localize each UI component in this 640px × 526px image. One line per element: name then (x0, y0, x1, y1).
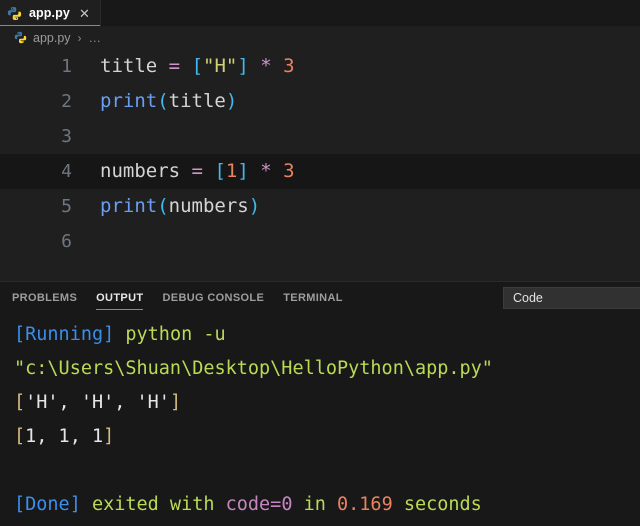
line-number: 1 (61, 56, 72, 77)
token-variable: title (100, 55, 158, 77)
code-editor[interactable]: 1 title = ["H"] * 3 2 print(title) 3 4 numbers… (0, 49, 640, 281)
output-segment: 'H', 'H', 'H' (25, 392, 170, 413)
close-icon[interactable]: ✕ (77, 5, 92, 21)
output-segment: in (292, 494, 338, 515)
output-line: [Running] python -u (14, 318, 640, 352)
line-content: print(numbers) (100, 189, 260, 224)
editor-line[interactable]: 6 (0, 224, 640, 259)
panel-tab-problems[interactable]: PROBLEMS (12, 282, 77, 314)
editor-line[interactable]: 1 title = ["H"] * 3 (0, 49, 640, 84)
line-number: 4 (61, 161, 72, 182)
line-number: 5 (61, 196, 72, 217)
breadcrumb-overflow[interactable]: … (89, 31, 103, 45)
editor-line[interactable]: 5 print(numbers) (0, 189, 640, 224)
token-bracket: [ (214, 160, 226, 182)
python-file-icon (14, 31, 27, 44)
output-segment: [Running] (14, 324, 115, 345)
editor-line[interactable]: 3 (0, 119, 640, 154)
output-segment: 1, 1, 1 (25, 426, 104, 447)
token-number: 3 (283, 160, 295, 182)
token-number: 1 (225, 160, 238, 182)
output-segment: [Done] (14, 494, 81, 515)
token-operator: = (191, 160, 203, 182)
breadcrumb[interactable]: app.py › … (0, 26, 640, 49)
output-segment (114, 324, 125, 345)
output-segment (81, 494, 92, 515)
output-segment: seconds (392, 494, 482, 515)
active-tab-indicator (0, 24, 100, 26)
tab-bar-empty-space (101, 0, 640, 26)
token-bracket: ) (248, 195, 261, 217)
line-content: title = ["H"] * 3 (100, 49, 295, 84)
output-channel-value: Code (513, 291, 543, 305)
line-number: 3 (61, 126, 72, 147)
output-line: "c:\Users\Shuan\Desktop\HelloPython\app.… (14, 352, 640, 386)
panel-tab-debug-console[interactable]: DEBUG CONSOLE (162, 282, 264, 314)
token-operator: = (168, 55, 181, 77)
breadcrumb-file[interactable]: app.py (33, 31, 71, 45)
output-line: ['H', 'H', 'H'] (14, 386, 640, 420)
panel-tab-terminal[interactable]: TERMINAL (283, 282, 343, 314)
panel-header: PROBLEMS OUTPUT DEBUG CONSOLE TERMINAL Code (0, 282, 640, 314)
token-operator: * (260, 55, 272, 77)
editor-tab-app-py[interactable]: app.py ✕ (0, 0, 101, 26)
output-console[interactable]: [Running] python -u "c:\Users\Shuan\Deskt… (0, 314, 640, 526)
line-content: numbers = [1] * 3 (100, 154, 295, 189)
panel-tab-list: PROBLEMS OUTPUT DEBUG CONSOLE TERMINAL (0, 282, 343, 314)
output-segment: ] (103, 426, 115, 447)
token-bracket: ] (237, 160, 249, 182)
editor-tab-bar: app.py ✕ (0, 0, 640, 26)
panel-tab-output[interactable]: OUTPUT (96, 282, 144, 314)
output-line: [Done] exited with code=0 in 0.169 secon… (14, 488, 640, 522)
token-function: print (100, 90, 158, 112)
line-number: 2 (61, 91, 72, 112)
token-variable: numbers (100, 160, 181, 182)
line-content: print(title) (100, 84, 237, 119)
output-segment: ] (169, 392, 182, 413)
output-segment: exited with (91, 494, 226, 515)
bottom-panel: PROBLEMS OUTPUT DEBUG CONSOLE TERMINAL Code… (0, 282, 640, 526)
token-operator: * (260, 160, 272, 182)
token-function: print (100, 195, 158, 217)
line-number: 6 (61, 231, 72, 252)
vscode-window: app.py ✕ app.py › … 1 title = ["H"] * 32p… (0, 0, 640, 526)
editor-line[interactable]: 2 print(title) (0, 84, 640, 119)
token-variable: numbers (168, 195, 249, 217)
output-segment: [ (14, 392, 26, 413)
output-segment: "c:\Users\Shuan\Desktop\HelloPython\app.… (14, 358, 493, 379)
output-channel-select[interactable]: Code (503, 287, 640, 309)
token-bracket: ( (157, 195, 169, 217)
output-line: [1, 1, 1] (14, 420, 640, 454)
chevron-right-icon: › (77, 30, 82, 45)
token-bracket: ) (225, 90, 238, 112)
token-variable: title (168, 90, 226, 112)
token-bracket: [ (191, 55, 204, 77)
python-file-icon (7, 6, 22, 20)
editor-tab-label: app.py (29, 6, 70, 20)
output-segment: python -u (125, 324, 226, 345)
output-segment: code=0 (225, 494, 293, 515)
token-bracket: ] (237, 55, 249, 77)
token-bracket: ( (157, 90, 169, 112)
output-segment: [ (14, 426, 26, 447)
output-segment: 0.169 (337, 494, 393, 515)
editor-line[interactable]: 4 numbers = [1] * 3 (0, 154, 640, 189)
token-string: "H" (203, 55, 238, 77)
token-number: 3 (283, 55, 295, 77)
